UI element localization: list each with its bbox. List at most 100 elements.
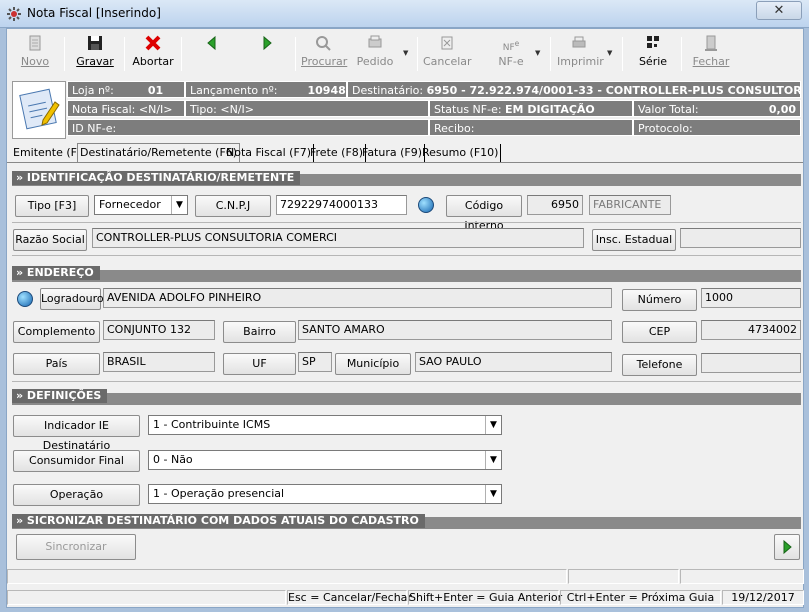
insc-estadual-button[interactable]: Insc. Estadual [592,229,676,251]
cnpj-field[interactable]: 72922974000133 [276,195,407,215]
toolbar-imprimir-button[interactable]: Imprimir [557,34,604,74]
cep-field[interactable]: 4734002 [701,320,801,340]
tipo-select[interactable]: Fornecedor ▼ [94,195,188,215]
indicador-ie-value: 1 - Contribuinte ICMS [153,418,271,431]
pedido-dropdown-arrow[interactable]: ▼ [403,49,408,57]
tab-resumo[interactable]: Resumo (F10) [420,144,502,162]
nfe-icon: NFe [502,39,520,53]
arrow-right-icon [252,34,282,54]
next-tab-button[interactable] [774,534,800,560]
section-title-sincronizar: » SICRONIZAR DESTINATÁRIO COM DADOS ATUA… [12,514,425,528]
status-date: 19/12/2017 [722,590,804,605]
consumidor-final-select[interactable]: 0 - Não ▼ [148,450,502,470]
tipo-select-value: Fornecedor [99,198,161,211]
lancamento-cell: Lançamento nº: 109488 [185,81,347,98]
cnpj-button[interactable]: C.N.P.J [195,195,271,217]
toolbar-procurar-button[interactable]: Procurar [301,34,348,74]
logradouro-field[interactable]: AVENIDA ADOLFO PINHEIRO [103,288,612,308]
document-header: Loja nº: 01 Lançamento nº: 109488 Destinat… [12,81,801,139]
protocolo-label: Protocolo: [638,122,693,135]
pais-button[interactable]: País [13,353,100,375]
status-panel-2 [568,569,679,584]
nota-cell: Nota Fiscal: <N/I> [67,100,185,117]
status-label: Status NF-e: [434,103,502,116]
close-icon [689,34,733,54]
loja-cell: Loja nº: 01 [67,81,185,98]
toolbar-novo-button[interactable]: Novo [13,34,57,74]
tipo-label: Tipo: [190,103,217,116]
toolbar-novo-label: Novo [20,55,50,68]
section-title-ident: » IDENTIFICAÇÃO DESTINATÁRIO/REMETENTE [12,171,301,185]
abort-icon [131,34,175,54]
valor-value: 0,00 [768,103,796,116]
uf-field[interactable]: SP [298,352,332,372]
imprimir-dropdown-arrow[interactable]: ▼ [607,49,612,57]
toolbar-next-button[interactable] [252,34,282,74]
consumidor-final-value: 0 - Não [153,453,193,466]
cep-button[interactable]: CEP [622,321,697,343]
indicador-ie-button[interactable]: Indicador IE Destinatário [13,415,140,452]
toolbar-serie-button[interactable]: Série [633,34,673,74]
codigo-interno-field[interactable]: 6950 [527,195,583,215]
section-bar-definicoes [12,393,801,405]
series-icon [633,34,673,54]
app-icon [6,6,22,22]
uf-button[interactable]: UF [223,353,296,375]
nfe-dropdown-arrow[interactable]: ▼ [535,49,540,57]
status-empty [7,590,286,605]
status-value: EM DIGITAÇÃO [505,103,595,116]
valor-label: Valor Total: [638,103,699,116]
numero-button[interactable]: Número [622,289,697,311]
complemento-button[interactable]: Complemento [13,321,100,343]
id-nfe-label: ID NF-e: [72,122,117,135]
codigo-descricao-field: FABRICANTE [589,195,671,215]
codigo-interno-button[interactable]: Código Interno [446,195,522,232]
tipo-value: <N/I> [220,103,254,116]
municipio-button[interactable]: Município [335,353,411,375]
toolbar-fechar-label: Fechar [692,55,730,68]
title-bar: Nota Fiscal [Inserindo] ✕ [0,0,809,28]
toolbar-abortar-button[interactable]: Abortar [131,34,175,74]
razao-social-button[interactable]: Razão Social [13,229,87,251]
nota-value: <N/I> [138,103,173,116]
destinatario-cell: Destinatário: 6950 - 72.922.974/0001-33 … [347,81,801,98]
telefone-field[interactable] [701,353,801,373]
operacao-select[interactable]: 1 - Operação presencial ▼ [148,484,502,504]
globe-address-icon[interactable] [17,291,33,307]
indicador-ie-select[interactable]: 1 - Contribuinte ICMS ▼ [148,415,502,435]
tab-frete[interactable]: Frete (F8) [308,144,367,162]
tab-fatura[interactable]: Fatura (F9) [360,144,426,162]
toolbar-nfe-button[interactable]: NFe NF-e [491,34,531,74]
globe-search-icon[interactable] [418,197,434,213]
numero-field[interactable]: 1000 [701,288,801,308]
tab-destinatario[interactable]: Destinatário/Remetente (F6) [77,143,241,163]
municipio-field[interactable]: SAO PAULO [415,352,612,372]
toolbar-gravar-button[interactable]: Gravar [71,34,119,74]
razao-social-field[interactable]: CONTROLLER-PLUS CONSULTORIA COMERCI [92,228,584,248]
sincronizar-button[interactable]: Sincronizar [16,534,136,560]
toolbar-cancelar-button[interactable]: Cancelar [423,34,472,74]
consumidor-final-button[interactable]: Consumidor Final [13,450,140,472]
nota-label: Nota Fiscal: [72,103,136,116]
toolbar-fechar-button[interactable]: Fechar [689,34,733,74]
window-close-button[interactable]: ✕ [756,1,802,20]
chevron-down-icon: ▼ [485,451,501,469]
pais-field[interactable]: BRASIL [103,352,215,372]
lancamento-label: Lançamento nº: [190,84,278,97]
operacao-button[interactable]: Operação [13,484,140,506]
chevron-down-icon: ▼ [485,485,501,503]
arrow-left-icon [197,34,227,54]
tab-nota-fiscal[interactable]: Nota Fiscal (F7) [224,144,315,162]
chevron-down-icon: ▼ [171,196,187,214]
toolbar-procurar-label: Procurar [301,55,348,68]
bairro-field[interactable]: SANTO AMARO [298,320,612,340]
tipo-button[interactable]: Tipo [F3] [15,195,89,217]
telefone-button[interactable]: Telefone [622,354,697,376]
toolbar-previous-button[interactable] [197,34,227,74]
complemento-field[interactable]: CONJUNTO 132 [103,320,215,340]
toolbar-pedido-button[interactable]: Pedido [353,34,397,74]
arrow-right-icon [783,539,792,555]
bairro-button[interactable]: Bairro [223,321,296,343]
insc-estadual-field[interactable] [680,228,801,248]
logradouro-button[interactable]: Logradouro [40,288,104,310]
